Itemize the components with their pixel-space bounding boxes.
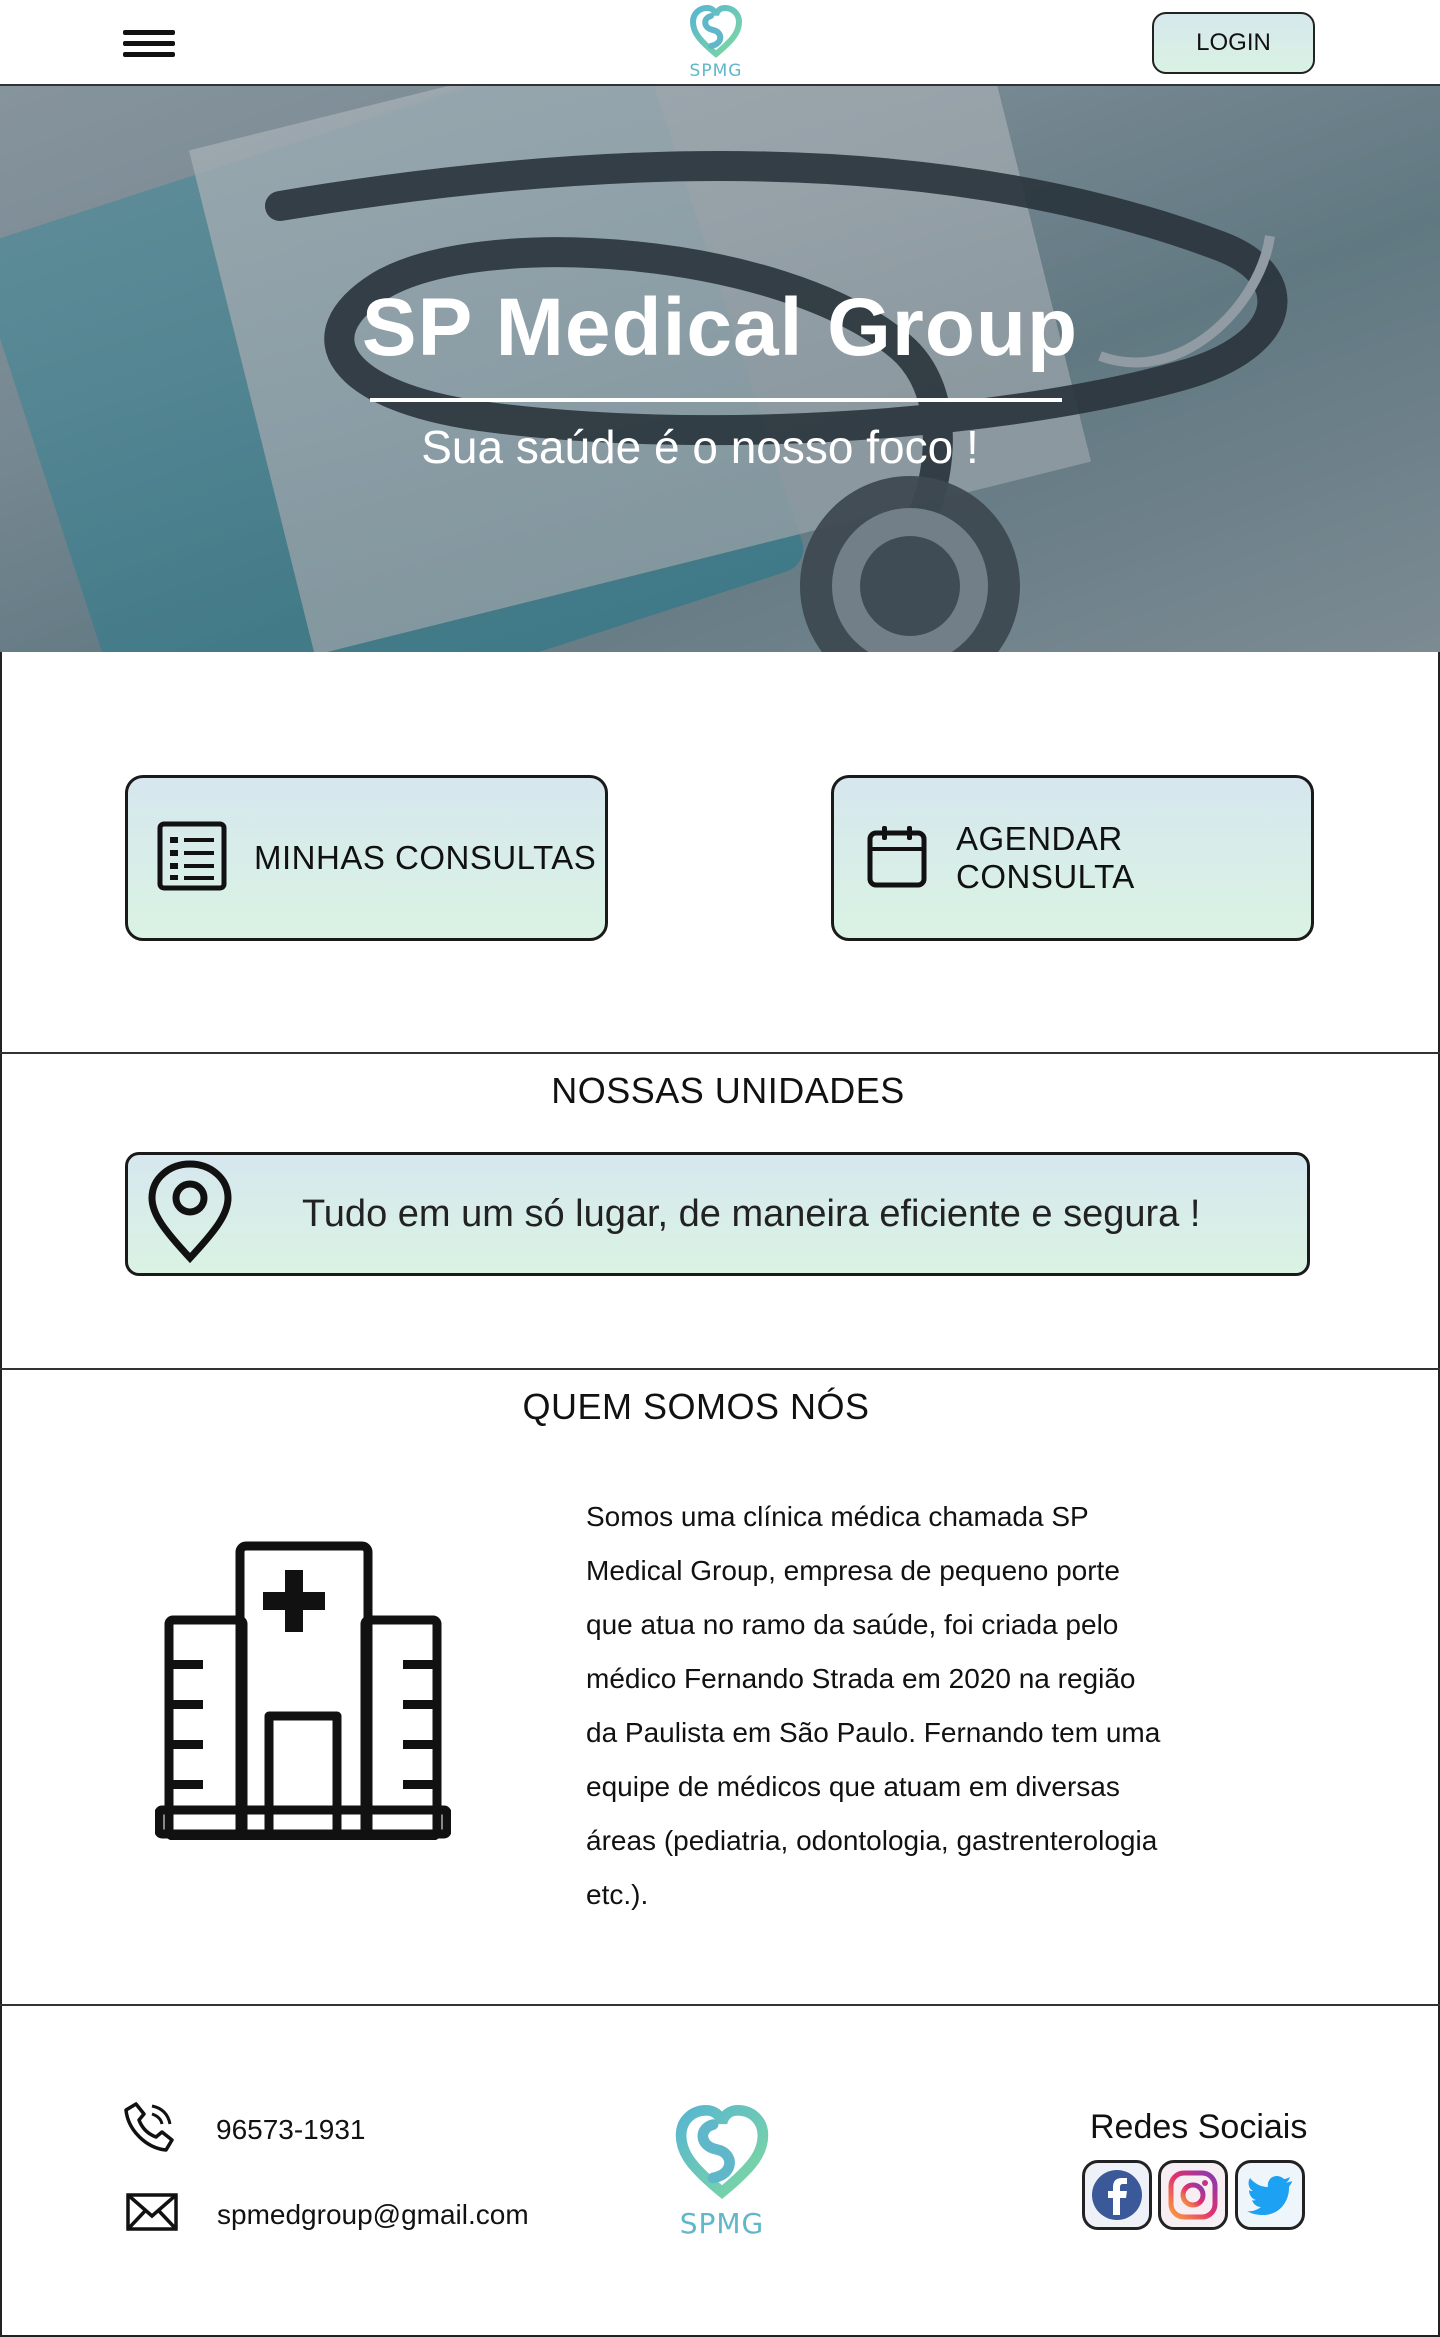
top-navbar: SPMG LOGIN	[0, 0, 1440, 86]
section-divider	[0, 1052, 1440, 1054]
heart-logo-icon	[675, 2104, 769, 2200]
section-divider	[0, 1368, 1440, 1370]
hospital-icon	[154, 1540, 452, 1845]
about-line: que atua no ramo da saúde, foi criada pe…	[586, 1609, 1119, 1640]
footer-phone[interactable]: 96573-1931	[122, 2100, 365, 2159]
about-title: QUEM SOMOS NÓS	[522, 1386, 870, 1427]
login-button[interactable]: LOGIN	[1152, 12, 1315, 74]
about-line: da Paulista em São Paulo. Fernando tem u…	[586, 1717, 1161, 1748]
logo-text: SPMG	[689, 61, 743, 81]
my-appointments-label: MINHAS CONSULTAS	[254, 839, 597, 876]
about-line: médico Fernando Strada em 2020 na região	[586, 1663, 1136, 1694]
location-pin-icon	[144, 1159, 236, 1269]
schedule-appointment-label: AGENDAR CONSULTA	[956, 820, 1135, 895]
calendar-icon	[866, 823, 928, 894]
footer-email[interactable]: spmedgroup@gmail.com	[125, 2192, 529, 2237]
about-line: Somos uma clínica médica chamada SP	[586, 1501, 1089, 1532]
hero-banner: SP Medical Group Sua saúde é o nosso foc…	[0, 86, 1440, 652]
about-line: áreas (pediatria, odontologia, gastrente…	[586, 1825, 1158, 1856]
phone-icon	[122, 2100, 176, 2159]
footer-spmg-logo[interactable]: SPMG	[672, 2100, 772, 2240]
about-line: Medical Group, empresa de pequeno porte	[586, 1555, 1120, 1586]
phone-number: 96573-1931	[216, 2113, 366, 2145]
units-tagline: Tudo em um só lugar, de maneira eficient…	[302, 1192, 1201, 1235]
heart-logo-icon	[689, 4, 743, 58]
units-title: NOSSAS UNIDADES	[551, 1070, 905, 1111]
facebook-icon[interactable]	[1082, 2160, 1152, 2230]
about-line: etc.).	[586, 1879, 649, 1910]
instagram-icon[interactable]	[1158, 2160, 1228, 2230]
footer-divider	[0, 2004, 1440, 2006]
menu-icon[interactable]	[123, 30, 175, 60]
mail-icon	[125, 2192, 179, 2237]
units-banner[interactable]: Tudo em um só lugar, de maneira eficient…	[125, 1152, 1310, 1276]
hero-underline	[370, 398, 1062, 402]
social-title: Redes Sociais	[1090, 2108, 1308, 2146]
list-icon	[156, 820, 228, 897]
about-line: equipe de médicos que atuam em diversas	[586, 1771, 1120, 1802]
hero-subtitle: Sua saúde é o nosso foco !	[421, 421, 979, 473]
my-appointments-button[interactable]: MINHAS CONSULTAS	[125, 775, 608, 941]
spmg-logo[interactable]: SPMG	[684, 4, 748, 81]
footer-logo-text: SPMG	[679, 2207, 765, 2240]
about-paragraph: Somos uma clínica médica chamada SP Medi…	[586, 1490, 1226, 1922]
hero-title: SP Medical Group	[361, 282, 1079, 373]
email-address: spmedgroup@gmail.com	[217, 2198, 529, 2230]
twitter-icon[interactable]	[1235, 2160, 1305, 2230]
schedule-appointment-button[interactable]: AGENDAR CONSULTA	[831, 775, 1314, 941]
